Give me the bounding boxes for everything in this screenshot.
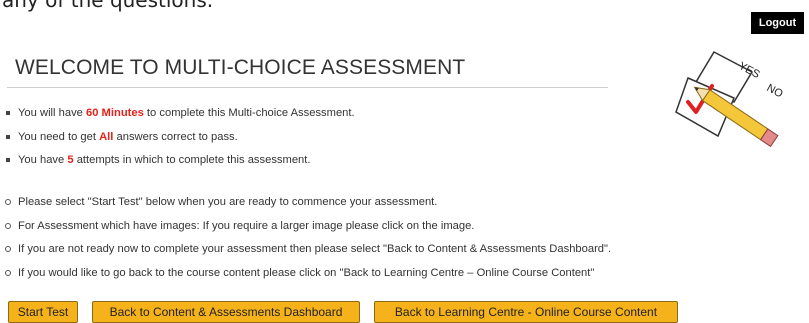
rule-item: You have 5 attempts in which to complete… bbox=[0, 153, 355, 177]
yes-no-checkbox-icon: YES NO bbox=[675, 51, 786, 148]
instruction-item: For Assessment which have images: If you… bbox=[0, 219, 611, 243]
logout-button[interactable]: Logout bbox=[751, 12, 804, 34]
instruction-item: If you would like to go back to the cour… bbox=[0, 266, 611, 290]
instruction-item: If you are not ready now to complete you… bbox=[0, 242, 611, 266]
rule-item: You need to get All answers correct to p… bbox=[0, 130, 355, 154]
instruction-item: Please select "Start Test" below when yo… bbox=[0, 195, 611, 219]
back-to-learning-centre-button[interactable]: Back to Learning Centre - Online Course … bbox=[374, 301, 678, 323]
start-test-button[interactable]: Start Test bbox=[8, 301, 78, 323]
rule-item: You will have 60 Minutes to complete thi… bbox=[0, 106, 355, 130]
page-title: WELCOME TO MULTI-CHOICE ASSESSMENT bbox=[15, 56, 466, 79]
assessment-rules-list: You will have 60 Minutes to complete thi… bbox=[0, 106, 355, 177]
logo-no-label: NO bbox=[765, 82, 786, 101]
instructions-list: Please select "Start Test" below when yo… bbox=[0, 195, 611, 289]
back-to-dashboard-button[interactable]: Back to Content & Assessments Dashboard bbox=[92, 301, 360, 323]
title-divider bbox=[7, 87, 608, 88]
previous-section-text: any of the questions. bbox=[2, 0, 214, 12]
